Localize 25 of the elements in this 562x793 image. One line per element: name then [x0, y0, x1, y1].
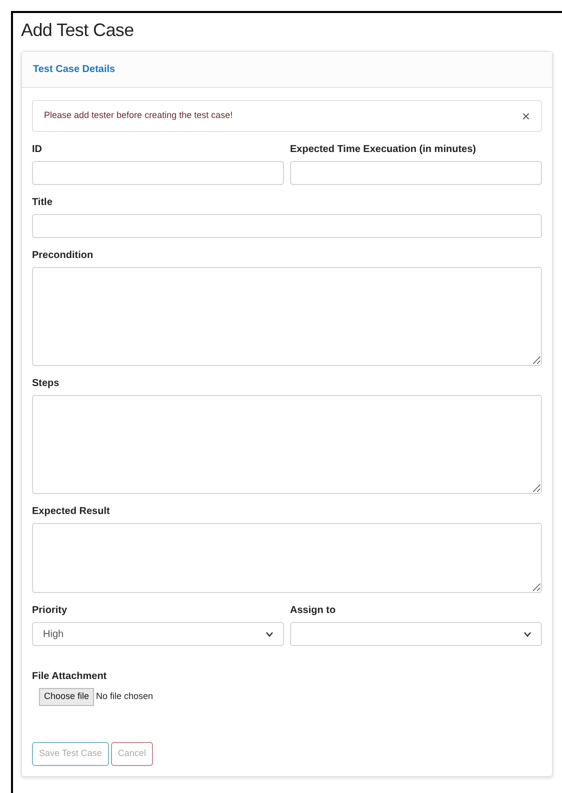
field-label: Expected Time Execuation (in minutes): [290, 143, 477, 156]
close-button[interactable]: ×: [522, 109, 530, 123]
field-label: Priority: [32, 604, 68, 617]
text-field[interactable]: [32, 161, 284, 185]
text-area[interactable]: [32, 267, 542, 366]
select-field[interactable]: [290, 622, 542, 646]
choose-file-button[interactable]: Choose file: [39, 688, 94, 706]
card-title: Test Case Details: [33, 63, 116, 77]
text-field[interactable]: [290, 161, 542, 185]
field-label: ID: [32, 143, 43, 156]
field-label: Steps: [32, 377, 60, 390]
alert-message: Please add tester before creating the test case!: [44, 109, 233, 122]
file-status: No file chosen: [96, 690, 154, 704]
field-label: Expected Result: [32, 505, 111, 518]
field-label: Title: [32, 196, 54, 209]
field-label: Precondition: [32, 249, 94, 262]
select-field[interactable]: High: [32, 622, 284, 646]
field-label: File Attachment: [32, 670, 108, 683]
chevron-down-icon: [266, 632, 273, 636]
text-field[interactable]: [32, 214, 542, 238]
chevron-down-icon: [524, 632, 531, 636]
text-area[interactable]: [32, 523, 542, 593]
text-area[interactable]: [32, 395, 542, 494]
page-title: Add Test Case: [21, 19, 135, 41]
field-label: Assign to: [290, 604, 337, 617]
